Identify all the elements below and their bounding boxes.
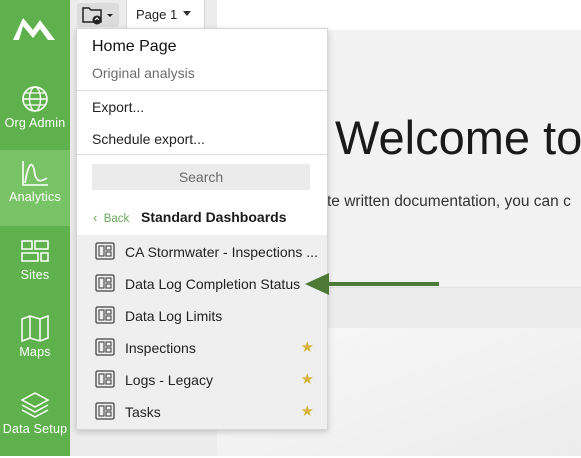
map-icon [21, 314, 49, 343]
back-label: Back [103, 213, 130, 225]
dropdown-subtitle: Original analysis [92, 65, 195, 81]
dashboard-item[interactable]: Logs - Legacy ★ [77, 363, 327, 395]
dashboard-icon [95, 306, 115, 324]
sidebar: Org Admin Analytics Sites Maps Data Setu… [0, 0, 70, 456]
dropdown-title: Home Page [92, 38, 177, 55]
dashboard-item[interactable]: Inspections ★ [77, 331, 327, 363]
sidebar-item-maps[interactable]: Maps [0, 305, 70, 381]
dashboard-item[interactable]: Data Log Limits [77, 299, 327, 331]
dashboard-list: CA Stormwater - Inspections ... Data Log… [77, 235, 327, 429]
star-icon[interactable]: ★ [301, 402, 314, 420]
welcome-heading: Welcome to [335, 111, 581, 164]
dashboard-name: Data Log Limits [125, 308, 223, 324]
divider [77, 154, 327, 155]
dashboard-name: Inspections [125, 340, 196, 356]
back-link[interactable]: ‹ Back [93, 210, 129, 225]
dashboard-name: CA Stormwater - Inspections ... [125, 244, 318, 260]
app-logo[interactable] [13, 12, 55, 42]
dashboard-item[interactable]: Data Log Completion Status [77, 267, 327, 299]
sites-icon [21, 240, 49, 262]
main-toolbar [217, 0, 581, 31]
sidebar-item-label: Maps [19, 345, 51, 359]
dashboard-item[interactable]: CA Stormwater - Inspections ... [77, 235, 327, 267]
search-input[interactable] [92, 164, 310, 190]
dashboard-icon [95, 274, 115, 292]
sidebar-item-label: Analytics [9, 190, 61, 204]
dashboard-icon [95, 370, 115, 388]
page-selector[interactable]: Page 1 [126, 0, 205, 28]
globe-icon [22, 86, 48, 112]
chevron-left-icon: ‹ [93, 210, 98, 225]
chevron-down-icon [183, 11, 191, 16]
sidebar-item-data-setup[interactable]: Data Setup [0, 382, 70, 458]
dashboard-name: Data Log Completion Status [125, 276, 301, 292]
dashboard-icon [95, 338, 115, 356]
analytics-icon [22, 161, 48, 186]
layers-icon [20, 392, 50, 418]
star-icon[interactable]: ★ [301, 370, 314, 388]
page-label: Page 1 [136, 7, 178, 22]
annotation-arrow [305, 273, 439, 295]
export-menu-item[interactable]: Export... [92, 99, 144, 115]
sidebar-item-label: Sites [20, 268, 50, 282]
dashboard-name: Logs - Legacy [125, 372, 213, 388]
sidebar-item-label: Data Setup [2, 422, 68, 436]
welcome-subtext: te written documentation, you can c [327, 193, 571, 210]
dashboard-name: Tasks [125, 404, 161, 420]
sidebar-item-label: Org Admin [4, 116, 66, 130]
divider [77, 90, 327, 91]
dashboard-icon [95, 242, 115, 260]
folder-menu-button[interactable] [77, 3, 119, 27]
schedule-export-menu-item[interactable]: Schedule export... [92, 131, 205, 147]
sidebar-item-analytics[interactable]: Analytics [0, 150, 70, 226]
dashboard-icon [95, 402, 115, 420]
star-icon[interactable]: ★ [301, 338, 314, 356]
dashboard-item[interactable]: Tasks ★ [77, 395, 327, 427]
dashboard-dropdown: Home Page Original analysis Export... Sc… [76, 28, 328, 430]
sidebar-item-org-admin[interactable]: Org Admin [0, 76, 70, 152]
section-title: Standard Dashboards [141, 209, 287, 225]
folder-icon [82, 7, 113, 25]
sidebar-item-sites[interactable]: Sites [0, 228, 70, 304]
